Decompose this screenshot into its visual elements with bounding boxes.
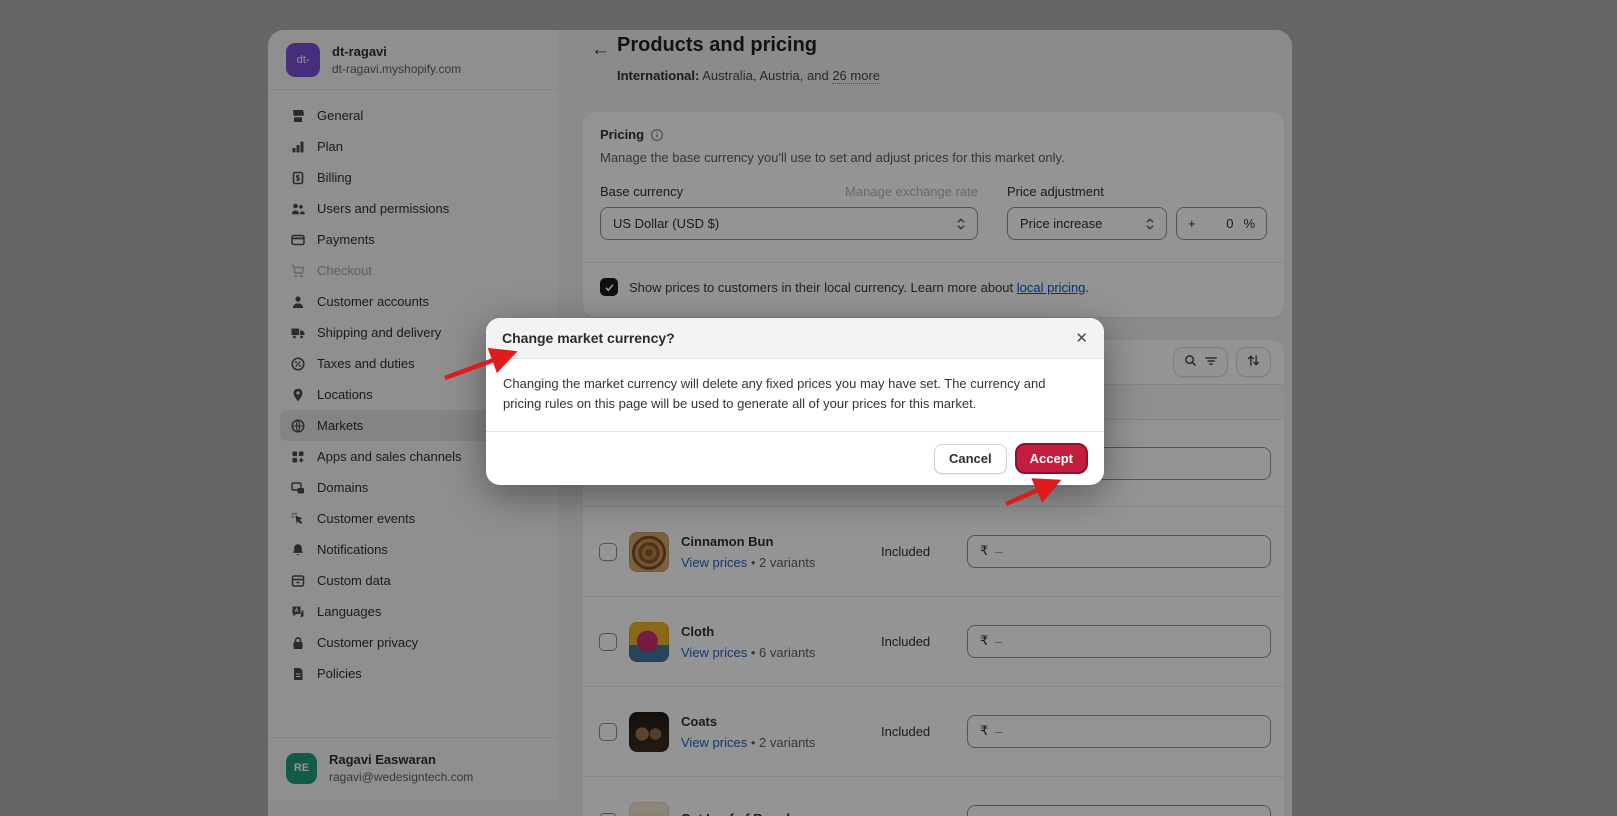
settings-page: dt- dt-ragavi dt-ragavi.myshopify.com Ge… bbox=[0, 0, 1617, 816]
modal-body-text: Changing the market currency will delete… bbox=[486, 359, 1104, 432]
cancel-button[interactable]: Cancel bbox=[934, 444, 1007, 474]
close-icon[interactable]: ✕ bbox=[1075, 331, 1088, 346]
modal-footer: Cancel Accept bbox=[486, 432, 1104, 485]
modal-header: Change market currency? ✕ bbox=[486, 318, 1104, 359]
change-currency-modal: Change market currency? ✕ Changing the m… bbox=[486, 318, 1104, 485]
modal-title: Change market currency? bbox=[502, 330, 675, 346]
accept-button[interactable]: Accept bbox=[1015, 443, 1088, 474]
